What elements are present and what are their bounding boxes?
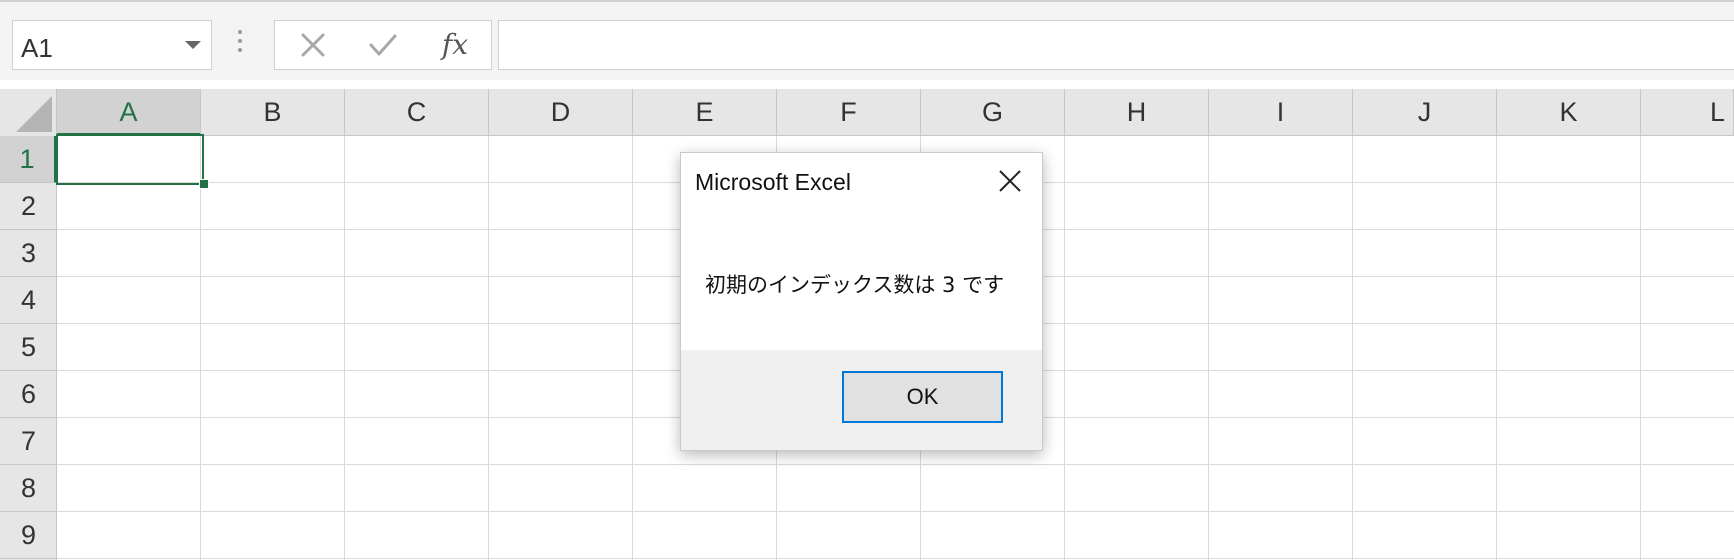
row-header-6[interactable]: 6 xyxy=(0,371,57,418)
cancel-button[interactable] xyxy=(293,27,333,63)
drag-handle-icon[interactable] xyxy=(238,30,242,56)
close-icon xyxy=(301,33,325,57)
name-box[interactable]: A1 xyxy=(12,20,212,70)
ok-button[interactable]: OK xyxy=(842,371,1003,423)
insert-function-button[interactable]: fx xyxy=(435,27,475,63)
row-header-3[interactable]: 3 xyxy=(0,230,57,277)
formula-bar: A1 fx xyxy=(0,0,1734,80)
row-header-2[interactable]: 2 xyxy=(0,183,57,230)
row-headers: 1 2 3 4 5 6 7 8 9 xyxy=(0,136,57,560)
check-icon xyxy=(369,34,397,56)
chevron-down-icon[interactable] xyxy=(185,41,201,49)
column-header-k[interactable]: K xyxy=(1497,89,1641,136)
row-header-5[interactable]: 5 xyxy=(0,324,57,371)
column-header-f[interactable]: F xyxy=(777,89,921,136)
column-header-l[interactable]: L xyxy=(1641,89,1734,136)
dialog-message: 初期のインデックス数は 3 です xyxy=(705,273,1005,297)
active-cell-a1[interactable] xyxy=(56,134,204,185)
column-header-i[interactable]: I xyxy=(1209,89,1353,136)
column-header-d[interactable]: D xyxy=(489,89,633,136)
column-header-c[interactable]: C xyxy=(345,89,489,136)
column-header-j[interactable]: J xyxy=(1353,89,1497,136)
name-box-value: A1 xyxy=(21,33,53,63)
row-header-4[interactable]: 4 xyxy=(0,277,57,324)
column-header-e[interactable]: E xyxy=(633,89,777,136)
column-header-g[interactable]: G xyxy=(921,89,1065,136)
column-header-h[interactable]: H xyxy=(1065,89,1209,136)
column-headers: A B C D E F G H I J K L xyxy=(0,89,1734,136)
enter-button[interactable] xyxy=(363,27,403,63)
formula-input[interactable] xyxy=(498,20,1734,70)
row-header-9[interactable]: 9 xyxy=(0,512,57,559)
column-header-a[interactable]: A xyxy=(57,89,201,136)
dialog-close-button[interactable] xyxy=(996,167,1024,195)
message-dialog: Microsoft Excel 初期のインデックス数は 3 です OK xyxy=(680,152,1043,451)
close-icon xyxy=(999,170,1021,192)
select-all-icon xyxy=(16,96,52,132)
fx-icon: fx xyxy=(441,28,469,61)
row-header-7[interactable]: 7 xyxy=(0,418,57,465)
fill-handle[interactable] xyxy=(199,179,209,189)
formula-actions: fx xyxy=(274,20,492,70)
excel-window: A1 fx A B C D E F G H I J K L 1 2 3 4 5 … xyxy=(0,0,1734,560)
row-header-8[interactable]: 8 xyxy=(0,465,57,512)
row-header-1[interactable]: 1 xyxy=(0,136,57,183)
dialog-title: Microsoft Excel xyxy=(695,169,851,195)
column-header-b[interactable]: B xyxy=(201,89,345,136)
select-all-button[interactable] xyxy=(0,89,57,136)
